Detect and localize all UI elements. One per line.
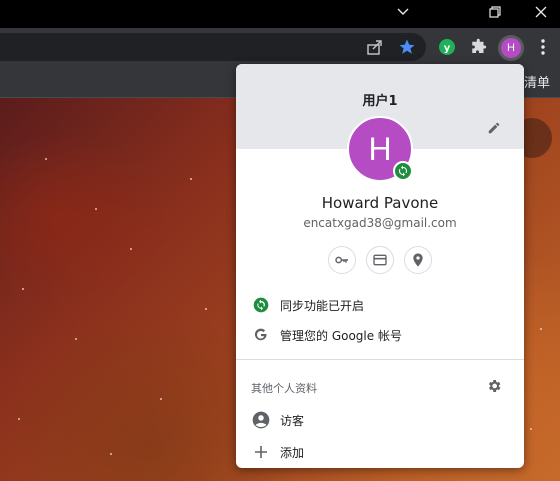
sync-icon xyxy=(398,165,408,177)
manage-account-row[interactable]: 管理您的 Google 帐号 xyxy=(236,320,524,350)
manage-account-label: 管理您的 Google 帐号 xyxy=(280,328,402,343)
sync-status-row[interactable]: 同步功能已开启 xyxy=(236,290,524,320)
sync-status-label: 同步功能已开启 xyxy=(280,298,365,313)
payment-methods-button[interactable] xyxy=(366,246,394,274)
edit-profile-button[interactable] xyxy=(483,117,505,139)
add-label: 添加 xyxy=(280,445,305,460)
star xyxy=(540,328,542,330)
gear-icon xyxy=(488,380,501,392)
star xyxy=(22,288,24,290)
chevron-down-icon xyxy=(397,8,409,15)
manage-profiles-button[interactable] xyxy=(484,376,504,396)
addresses-button[interactable] xyxy=(404,246,432,274)
other-profiles-label: 其他个人资料 xyxy=(251,382,317,395)
puzzle-icon xyxy=(472,38,487,53)
sync-status-icon xyxy=(251,295,271,315)
section-divider xyxy=(236,359,524,360)
extension-y-button[interactable]: y xyxy=(435,35,459,59)
star xyxy=(190,178,192,180)
pencil-icon xyxy=(488,122,500,134)
bookmark-star-button[interactable] xyxy=(395,35,419,59)
profile-menu: 用户1 H Howard Pavone encatxgad38@gmail.co… xyxy=(236,64,524,468)
profile-name: Howard Pavone xyxy=(321,194,439,212)
sync-badge xyxy=(393,161,413,181)
star xyxy=(205,308,207,310)
plus-icon xyxy=(251,442,271,462)
add-profile-row[interactable]: 添加 xyxy=(236,437,524,467)
restore-icon xyxy=(489,6,501,18)
account-circle-icon xyxy=(251,410,271,430)
extension-y-icon: y xyxy=(439,39,455,55)
tab-search-button[interactable] xyxy=(380,0,426,24)
star xyxy=(110,453,112,455)
star xyxy=(130,248,132,250)
bookmark-star-icon xyxy=(399,39,415,54)
restore-button[interactable] xyxy=(472,0,518,24)
svg-text:y: y xyxy=(444,43,451,54)
guest-label: 访客 xyxy=(280,413,305,428)
key-icon xyxy=(335,256,348,264)
profile-avatar: H xyxy=(501,38,521,58)
star xyxy=(18,418,20,420)
profile-button[interactable]: H xyxy=(498,35,524,61)
profile-email: encatxgad38@gmail.com xyxy=(303,216,457,230)
extensions-button[interactable] xyxy=(467,35,491,59)
star xyxy=(45,158,47,160)
title-bar xyxy=(0,0,560,28)
location-pin-icon xyxy=(413,253,423,267)
profile-title: 用户1 xyxy=(362,94,398,109)
credit-card-icon xyxy=(373,254,387,266)
close-icon xyxy=(535,6,547,18)
star xyxy=(75,338,77,340)
passwords-button[interactable] xyxy=(328,246,356,274)
share-icon xyxy=(367,40,382,55)
google-g-icon xyxy=(251,325,271,345)
share-button[interactable] xyxy=(363,35,387,59)
star xyxy=(160,398,162,400)
guest-profile-row[interactable]: 访客 xyxy=(236,405,524,435)
star xyxy=(95,208,97,210)
close-window-button[interactable] xyxy=(518,0,560,24)
more-menu-button[interactable] xyxy=(531,35,555,59)
star xyxy=(530,428,532,430)
more-vert-icon xyxy=(541,39,545,55)
